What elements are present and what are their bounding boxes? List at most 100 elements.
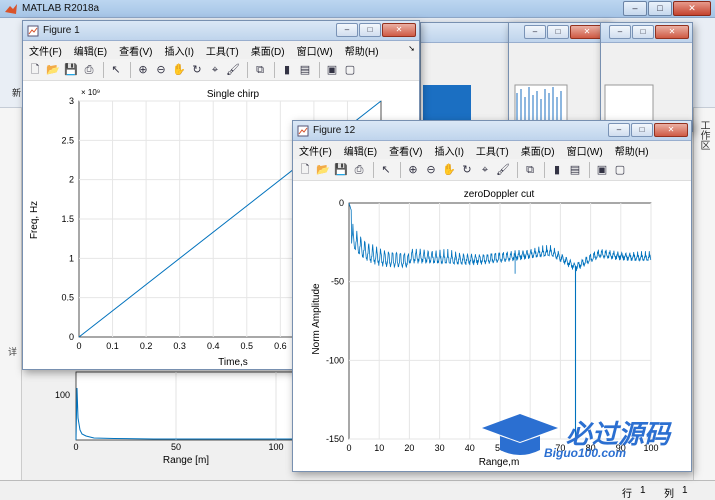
pan-icon[interactable]: ✋ [441,162,457,178]
y-tick-label: 1.5 [61,214,74,224]
open-file-icon[interactable]: 📂 [45,62,61,78]
pan-icon[interactable]: ✋ [171,62,187,78]
link-plot-icon[interactable]: ⧉ [252,62,268,78]
workspace-tab[interactable]: 工作区 [696,120,711,150]
x-tick-label: 20 [404,443,414,453]
y-tick-label: 2 [69,175,74,185]
legend-icon[interactable]: ▤ [567,162,583,178]
figure-1-menubar: 文件(F) 编辑(E) 查看(V) 插入(I) 工具(T) 桌面(D) 窗口(W… [23,41,419,59]
y-axis-label: Norm Amplitude [311,283,322,355]
legend-icon[interactable]: ▤ [297,62,313,78]
x-tick-label: 90 [616,443,626,453]
rotate-icon[interactable]: ↻ [459,162,475,178]
zoom-in-icon[interactable]: ⊕ [135,62,151,78]
new-script-label[interactable]: 新 [12,86,21,99]
figure-12-title: Figure 12 [313,125,356,136]
pointer-icon[interactable]: ↖ [108,62,124,78]
zoom-in-icon[interactable]: ⊕ [405,162,421,178]
bg-ytick: 100 [55,390,70,400]
x-axis-label: Time,s [218,357,248,368]
menu-view[interactable]: 查看(V) [383,143,428,158]
x-tick-label: 70 [555,443,565,453]
new-figure-icon[interactable]: 🗋 [27,62,43,78]
figure-1-title: Figure 1 [43,25,80,36]
menu-window[interactable]: 窗口(W) [561,143,609,158]
figure-1-toolbar: 🗋 📂 💾 ⎙ ↖ ⊕ ⊖ ✋ ↻ ⌖ 🖌 ⧉ ▮ ▤ ▣ ▢ [23,59,419,81]
figure-12-maximize-button[interactable]: □ [631,123,653,137]
zoom-out-icon[interactable]: ⊖ [423,162,439,178]
menu-insert[interactable]: 插入(I) [158,43,199,58]
figure-12-window[interactable]: Figure 12 – □ ✕ 文件(F) 编辑(E) 查看(V) 插入(I) … [292,120,692,472]
data-cursor-icon[interactable]: ⌖ [207,62,223,78]
print-icon[interactable]: ⎙ [351,162,367,178]
menu-desktop[interactable]: 桌面(D) [245,43,291,58]
rotate-icon[interactable]: ↻ [189,62,205,78]
brush-icon[interactable]: 🖌 [495,162,511,178]
menu-file[interactable]: 文件(F) [293,143,338,158]
figure-1-close-button[interactable]: ✕ [382,23,416,37]
x-tick-label: 0 [76,341,81,351]
pointer-icon[interactable]: ↖ [378,162,394,178]
maximize-button[interactable]: □ [648,1,672,16]
y-tick-label: 0.5 [61,293,74,303]
x-tick-label: 80 [586,443,596,453]
x-tick-label: 60 [525,443,535,453]
menu-tools[interactable]: 工具(T) [470,143,515,158]
figure-1-titlebar[interactable]: Figure 1 – □ ✕ [23,21,419,41]
chart-title: Single chirp [207,89,260,100]
figure-12-titlebar[interactable]: Figure 12 – □ ✕ [293,121,691,141]
background-figure-c[interactable]: – □ ✕ [600,22,693,136]
close-button[interactable]: ✕ [673,1,711,16]
zoom-out-icon[interactable]: ⊖ [153,62,169,78]
chart-title: zeroDoppler cut [464,189,535,200]
data-cursor-icon[interactable]: ⌖ [477,162,493,178]
new-figure-icon[interactable]: 🗋 [297,162,313,178]
show-plot-tools-icon[interactable]: ▢ [612,162,628,178]
background-figure-b[interactable]: – □ ✕ [508,22,608,136]
y-tick-label: -100 [326,355,344,365]
save-icon[interactable]: 💾 [63,62,79,78]
figure-12-close-button[interactable]: ✕ [654,123,688,137]
show-plot-tools-icon[interactable]: ▢ [342,62,358,78]
menu-insert[interactable]: 插入(I) [428,143,469,158]
y-exponent: × 10⁹ [81,88,100,97]
bg-xtick-0: 0 [73,442,78,452]
menu-edit[interactable]: 编辑(E) [68,43,113,58]
menu-edit[interactable]: 编辑(E) [338,143,383,158]
x-tick-label: 0.2 [140,341,153,351]
x-tick-label: 100 [643,443,658,453]
status-bar: 行 1 列 1 [0,480,715,500]
figure-12-toolbar: 🗋 📂 💾 ⎙ ↖ ⊕ ⊖ ✋ ↻ ⌖ 🖌 ⧉ ▮ ▤ ▣ ▢ [293,159,691,181]
y-tick-label: -150 [326,434,344,444]
figure-12-minimize-button[interactable]: – [608,123,630,137]
x-tick-label: 0.3 [173,341,186,351]
menu-help[interactable]: 帮助(H) [609,143,655,158]
colorbar-icon[interactable]: ▮ [279,62,295,78]
x-axis-label: Range,m [479,457,520,468]
menu-file[interactable]: 文件(F) [23,43,68,58]
hide-plot-tools-icon[interactable]: ▣ [594,162,610,178]
link-plot-icon[interactable]: ⧉ [522,162,538,178]
matlab-title: MATLAB R2018a [22,3,100,14]
matlab-logo-icon [5,4,17,14]
save-icon[interactable]: 💾 [333,162,349,178]
y-axis-label: Freq, Hz [29,201,40,239]
menu-desktop[interactable]: 桌面(D) [515,143,561,158]
menu-window[interactable]: 窗口(W) [291,43,339,58]
menu-view[interactable]: 查看(V) [113,43,158,58]
dock-arrow-icon[interactable]: ➘ [408,44,415,53]
menu-tools[interactable]: 工具(T) [200,43,245,58]
menu-help[interactable]: 帮助(H) [339,43,385,58]
figure-1-minimize-button[interactable]: – [336,23,358,37]
y-tick-label: 2.5 [61,135,74,145]
col-label: 列 [664,489,674,500]
hide-plot-tools-icon[interactable]: ▣ [324,62,340,78]
figure-1-maximize-button[interactable]: □ [359,23,381,37]
brush-icon[interactable]: 🖌 [225,62,241,78]
zerodoppler-chart: zeroDoppler cut Range,m Norm Amplitude 0… [311,189,659,468]
minimize-button[interactable]: – [623,1,647,16]
colorbar-icon[interactable]: ▮ [549,162,565,178]
print-icon[interactable]: ⎙ [81,62,97,78]
x-tick-label: 10 [374,443,384,453]
open-file-icon[interactable]: 📂 [315,162,331,178]
